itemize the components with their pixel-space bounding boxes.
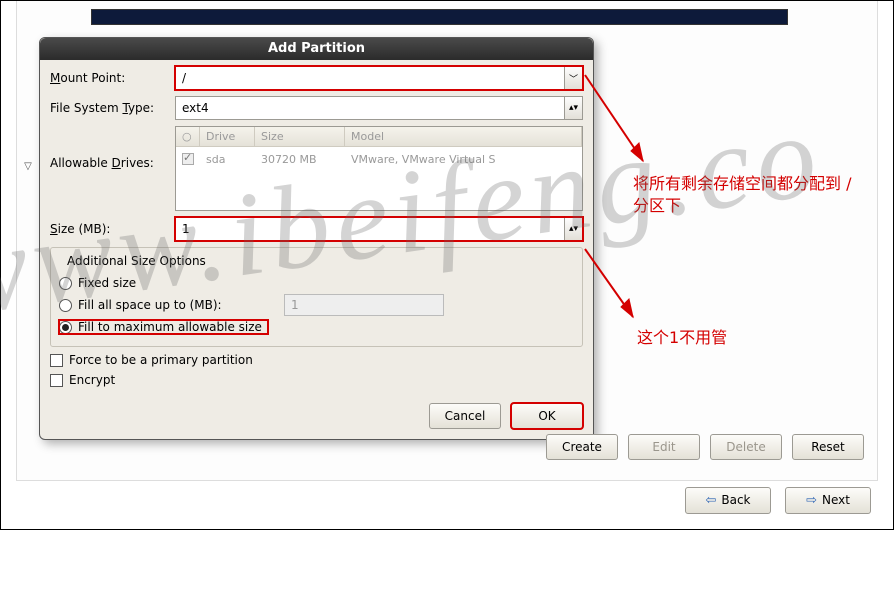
installer-header-stripe xyxy=(91,9,788,25)
fixed-size-option[interactable]: Fixed size xyxy=(59,276,574,290)
wizard-nav-bar: ⇦ Back ⇨ Next xyxy=(1,485,893,515)
fs-type-value: ext4 xyxy=(182,101,209,115)
allowable-drives-list[interactable]: ○ Drive Size Model sda 30720 MB VMware, … xyxy=(175,126,583,211)
drive-row[interactable]: sda 30720 MB VMware, VMware Virtual S xyxy=(176,147,582,170)
tree-expander[interactable]: ▽ xyxy=(21,159,35,173)
size-value: 1 xyxy=(182,222,190,236)
checkbox-icon[interactable] xyxy=(50,354,63,367)
mount-point-value: / xyxy=(182,71,186,85)
drive-checkbox[interactable] xyxy=(182,153,194,165)
arrow-left-icon: ⇦ xyxy=(705,493,716,508)
group-title: Additional Size Options xyxy=(63,254,210,268)
spinner-icon[interactable]: ▴▾ xyxy=(564,97,582,119)
size-input[interactable]: 1 ▴▾ xyxy=(175,217,583,241)
additional-size-options-group: Additional Size Options Fixed size Fill … xyxy=(50,247,583,347)
fs-type-label: File System Type: xyxy=(50,101,175,115)
allowable-drives-label: Allowable Drives: xyxy=(50,126,175,170)
radio-icon[interactable] xyxy=(59,299,72,312)
edit-button: Edit xyxy=(628,434,700,460)
annotation-text-bottom: 这个1不用管 xyxy=(637,327,727,349)
checkbox-icon[interactable] xyxy=(50,374,63,387)
cancel-button[interactable]: Cancel xyxy=(429,403,501,429)
ok-button[interactable]: OK xyxy=(511,403,583,429)
dialog-title: Add Partition xyxy=(40,38,593,60)
radio-icon[interactable] xyxy=(59,277,72,290)
fill-up-to-input: 1 xyxy=(284,294,444,316)
partition-action-bar: Create Edit Delete Reset xyxy=(16,432,878,462)
fs-type-combo[interactable]: ext4 ▴▾ xyxy=(175,96,583,120)
arrow-right-icon: ⇨ xyxy=(806,493,817,508)
spinner-icon[interactable]: ▴▾ xyxy=(564,218,582,240)
size-label: Size (MB): xyxy=(50,222,175,236)
mount-point-combo[interactable]: / ﹀ xyxy=(175,66,583,90)
chevron-down-icon[interactable]: ﹀ xyxy=(564,67,582,89)
fill-up-to-option[interactable]: Fill all space up to (MB): 1 xyxy=(59,294,574,316)
encrypt-checkbox[interactable]: Encrypt xyxy=(50,373,583,387)
next-button[interactable]: ⇨ Next xyxy=(785,487,871,514)
back-button[interactable]: ⇦ Back xyxy=(685,487,771,514)
reset-button[interactable]: Reset xyxy=(792,434,864,460)
drives-header: ○ Drive Size Model xyxy=(176,127,582,147)
annotation-arrow xyxy=(581,245,651,335)
delete-button: Delete xyxy=(710,434,782,460)
create-button[interactable]: Create xyxy=(546,434,618,460)
force-primary-checkbox[interactable]: Force to be a primary partition xyxy=(50,353,583,367)
fill-max-option[interactable]: Fill to maximum allowable size xyxy=(59,320,268,334)
annotation-arrow xyxy=(581,71,661,181)
add-partition-dialog: Add Partition Mount Point: / ﹀ File Syst… xyxy=(39,37,594,440)
radio-icon[interactable] xyxy=(59,321,72,334)
mount-point-label: Mount Point: xyxy=(50,71,175,85)
annotation-text-top: 将所有剩余存储空间都分配到 /分区下 xyxy=(633,173,863,218)
